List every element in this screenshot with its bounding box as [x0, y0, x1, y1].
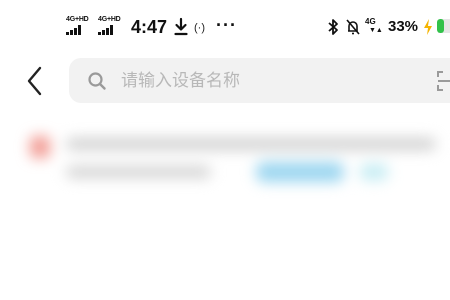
chevron-left-icon[interactable]: [24, 64, 46, 98]
battery-percent: 33%: [388, 18, 419, 35]
mobile-data-label: 4G: [365, 17, 376, 26]
sim1-network-label: 4G+HD: [66, 16, 89, 23]
search-bar[interactable]: [69, 58, 450, 103]
search-icon: [88, 72, 106, 90]
mute-icon: [346, 19, 360, 35]
clock-time: 4:47: [131, 17, 168, 37]
download-icon: [174, 17, 188, 36]
scan-icon[interactable]: [437, 70, 450, 92]
mobile-data-icon: 4G ▼▲: [365, 17, 383, 34]
more-notifications-icon: ···: [216, 15, 237, 35]
result-list-item-placeholder: [22, 124, 450, 194]
search-input[interactable]: [121, 58, 421, 103]
sim1-signal-icon: 4G+HD: [66, 16, 90, 36]
battery-icon: [437, 19, 450, 33]
hotspot-icon: (·): [194, 22, 205, 34]
battery-fill: [437, 19, 445, 33]
status-bar: 4G+HD 4G+HD 4:47 (·) ··· 4G ▼▲ 33%: [0, 0, 450, 52]
sim2-network-label: 4G+HD: [98, 16, 121, 23]
charging-icon: [424, 19, 432, 35]
bluetooth-icon: [328, 19, 338, 35]
sim2-signal-icon: 4G+HD: [98, 16, 122, 36]
